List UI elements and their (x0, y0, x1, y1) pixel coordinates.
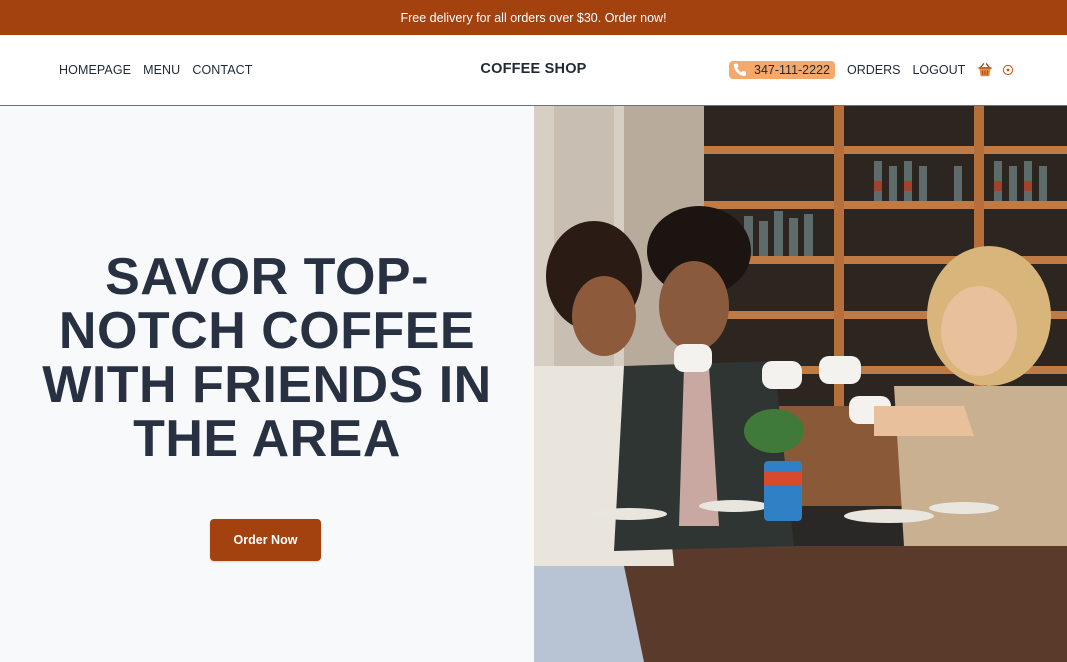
hero-section: SAVOR TOP-NOTCH COFFEE WITH FRIENDS IN T… (0, 106, 534, 662)
nav-link-logout[interactable]: LOGOUT (912, 63, 965, 77)
phone-icon (732, 62, 748, 78)
circle-icon[interactable] (1002, 64, 1014, 76)
hero-title: SAVOR TOP-NOTCH COFFEE WITH FRIENDS IN T… (42, 248, 492, 468)
promo-banner: Free delivery for all orders over $30. O… (0, 0, 1067, 35)
order-now-button[interactable]: Order Now (210, 519, 321, 561)
promo-text: Free delivery for all orders over $30. O… (400, 10, 667, 25)
secondary-nav: 347-111-2222 ORDERS LOGOUT (729, 60, 1014, 80)
phone-number: 347-111-2222 (754, 63, 830, 77)
phone-link[interactable]: 347-111-2222 (729, 61, 835, 79)
site-header: HOMEPAGE MENU CONTACT COFFEE SHOP 347-11… (0, 35, 1067, 106)
nav-link-orders[interactable]: ORDERS (847, 63, 900, 77)
hero-image (534, 106, 1067, 662)
basket-icon[interactable] (977, 62, 993, 78)
